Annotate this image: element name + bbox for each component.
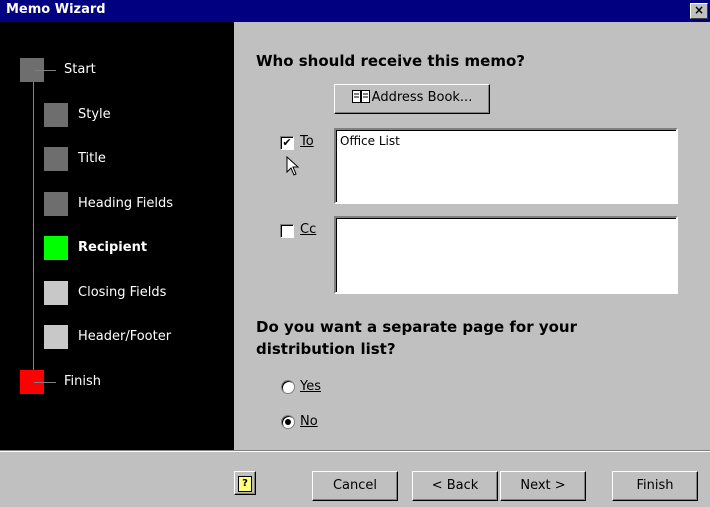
step-marker (44, 192, 68, 216)
back-button[interactable]: < Back (412, 471, 498, 501)
close-button[interactable]: × (690, 3, 708, 19)
step-label: Finish (64, 374, 102, 389)
finish-button[interactable]: Finish (612, 471, 698, 501)
step-closing-fields[interactable]: Closing Fields (20, 281, 234, 305)
to-checkbox[interactable]: ✔ (280, 136, 294, 150)
address-book-icon (351, 87, 370, 103)
step-connector (34, 382, 56, 383)
window-title: Memo Wizard (6, 2, 106, 17)
mouse-cursor-icon (286, 156, 300, 176)
step-header-footer[interactable]: Header/Footer (20, 325, 234, 349)
no-label: No (300, 414, 318, 429)
step-finish[interactable]: Finish (20, 370, 234, 394)
step-label: Recipient (78, 240, 148, 255)
distribution-question-line1: Do you want a separate page for your (256, 318, 578, 336)
radio-dot (285, 419, 291, 425)
step-start[interactable]: Start (20, 58, 234, 82)
step-title[interactable]: Title (20, 147, 234, 171)
recipient-question: Who should receive this memo? (256, 52, 525, 70)
help-button[interactable]: ? (234, 471, 256, 495)
wizard-steps-panel: Start Style Title Heading Fields Recipie… (0, 22, 234, 450)
step-label: Title (78, 151, 106, 166)
main-panel: Who should receive this memo? Address Bo… (234, 22, 710, 450)
distribution-question-line2: distribution list? (256, 340, 396, 358)
step-label: Header/Footer (78, 329, 172, 344)
to-field[interactable]: Office List (334, 128, 678, 204)
address-book-label: Address Book... (371, 90, 473, 105)
cancel-button[interactable]: Cancel (312, 471, 398, 501)
step-marker (44, 147, 68, 171)
help-icon: ? (238, 476, 252, 492)
button-bar: ? Cancel < Back Next > Finish (0, 450, 710, 507)
next-button[interactable]: Next > (500, 471, 586, 501)
yes-radio[interactable] (281, 380, 295, 394)
no-radio[interactable] (281, 415, 295, 429)
step-label: Start (64, 62, 96, 77)
step-label: Style (78, 107, 111, 122)
step-style[interactable]: Style (20, 103, 234, 127)
cc-label: Cc (300, 222, 317, 237)
step-marker (44, 103, 68, 127)
step-heading-fields[interactable]: Heading Fields (20, 192, 234, 216)
step-marker (44, 325, 68, 349)
step-connector (34, 70, 56, 71)
step-marker-current (44, 236, 68, 260)
to-label: To (300, 134, 314, 149)
cc-checkbox[interactable] (280, 224, 294, 238)
cc-field[interactable] (334, 216, 678, 294)
step-label: Closing Fields (78, 285, 167, 300)
title-bar: Memo Wizard × (0, 0, 710, 22)
step-label: Heading Fields (78, 196, 174, 211)
step-marker (44, 281, 68, 305)
step-recipient[interactable]: Recipient (20, 236, 234, 260)
address-book-button[interactable]: Address Book... (334, 84, 490, 114)
yes-label: Yes (300, 379, 321, 394)
